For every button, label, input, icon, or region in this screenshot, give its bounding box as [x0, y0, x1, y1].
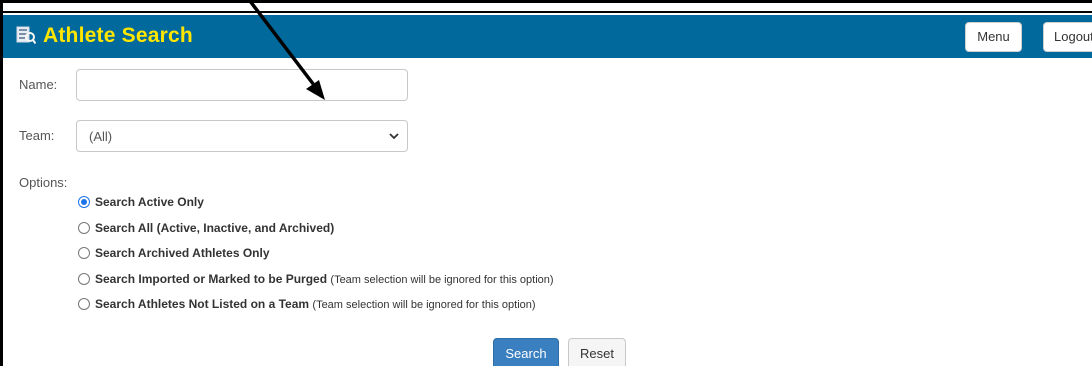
search-button[interactable]: Search — [493, 338, 559, 366]
name-input[interactable] — [76, 69, 408, 101]
header-bar: Athlete Search Menu Logout — [3, 15, 1092, 58]
radio-button[interactable] — [78, 196, 90, 208]
app-window: Athlete Search Menu Logout Name: Team: (… — [0, 0, 1092, 366]
option-label: Search Active Only — [95, 195, 204, 209]
option-note: (Team selection will be ignored for this… — [330, 274, 554, 286]
team-label: Team: — [19, 128, 55, 143]
option-label: Search Archived Athletes Only — [95, 246, 270, 260]
team-select-value: (All) — [89, 129, 113, 144]
radio-button[interactable] — [78, 247, 90, 259]
radio-button[interactable] — [78, 273, 90, 285]
team-select[interactable]: (All) — [76, 120, 408, 152]
menu-button[interactable]: Menu — [965, 22, 1022, 52]
name-label: Name: — [19, 77, 58, 92]
option-note: (Team selection will be ignored for this… — [312, 299, 536, 311]
radio-button[interactable] — [78, 222, 90, 234]
chevron-down-icon — [389, 133, 399, 140]
top-strip — [3, 3, 1092, 13]
page-title: Athlete Search — [43, 24, 193, 47]
radio-button[interactable] — [78, 298, 90, 310]
option-label: Search Athletes Not Listed on a Team — [95, 297, 310, 311]
athlete-search-icon — [16, 26, 36, 45]
option-label: Search Imported or Marked to be Purged — [95, 272, 328, 286]
logout-button[interactable]: Logout — [1043, 22, 1092, 52]
option-label: Search All (Active, Inactive, and Archiv… — [95, 221, 335, 235]
reset-button[interactable]: Reset — [568, 338, 626, 366]
options-label: Options: — [19, 175, 68, 190]
